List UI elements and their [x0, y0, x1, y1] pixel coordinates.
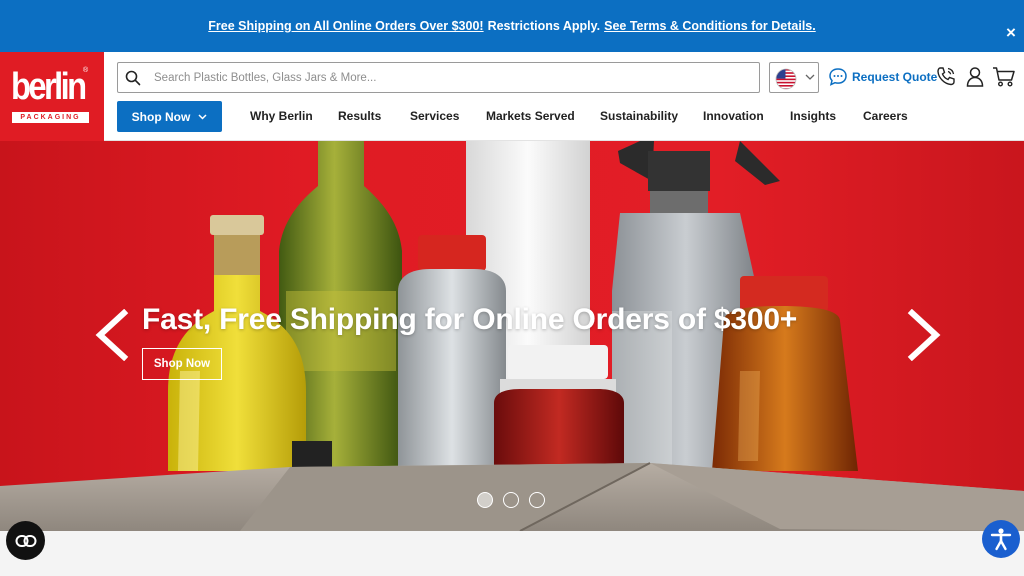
shop-now-label: Shop Now	[131, 109, 191, 124]
search-input[interactable]	[154, 67, 744, 89]
shop-now-menu-button[interactable]: Shop Now	[117, 101, 222, 132]
us-flag-icon	[775, 68, 797, 90]
carousel-dot-1[interactable]	[477, 492, 493, 508]
chevron-down-icon	[805, 74, 815, 80]
nav-insights[interactable]: Insights	[790, 109, 836, 125]
nav-sustainability[interactable]: Sustainability	[600, 109, 678, 125]
hero-headline: Fast, Free Shipping for Online Orders of…	[142, 303, 798, 336]
next-slide-arrow[interactable]	[904, 309, 944, 361]
request-quote-link[interactable]: Request Quote	[828, 65, 937, 89]
request-quote-label: Request Quote	[852, 70, 938, 84]
nav-innovation[interactable]: Innovation	[703, 109, 764, 125]
promo-banner: Free Shipping on All Online Orders Over …	[0, 0, 1024, 52]
logo-wordmark: berlin	[11, 66, 87, 108]
chat-bubble-icon	[829, 68, 847, 86]
logo-subtitle: PACKAGING	[12, 112, 89, 123]
account-icon[interactable]	[965, 66, 985, 88]
accessibility-button[interactable]	[982, 520, 1020, 558]
berlin-packaging-logo[interactable]: berlin ® PACKAGING	[0, 52, 104, 141]
search-box[interactable]	[117, 62, 760, 93]
previous-slide-arrow[interactable]	[92, 309, 132, 361]
phone-icon[interactable]	[936, 66, 956, 88]
hero-carousel: Fast, Free Shipping for Online Orders of…	[0, 141, 1024, 531]
accessibility-icon	[990, 528, 1012, 551]
site-header: berlin ® PACKAGING Search Plastic Bottle…	[0, 52, 1024, 141]
nav-careers[interactable]: Careers	[863, 109, 908, 125]
close-icon[interactable]: ×	[1002, 24, 1020, 42]
country-selector[interactable]	[769, 62, 819, 93]
free-shipping-link[interactable]: Free Shipping on All Online Orders Over …	[208, 19, 483, 33]
cart-icon[interactable]	[992, 66, 1016, 88]
carousel-pagination	[477, 492, 545, 508]
nav-services[interactable]: Services	[410, 109, 459, 125]
cookie-preferences-button[interactable]	[6, 521, 45, 560]
nav-markets-served[interactable]: Markets Served	[486, 109, 575, 125]
logo-registered-mark: ®	[83, 67, 89, 74]
carousel-dot-2[interactable]	[503, 492, 519, 508]
hero-shop-now-button[interactable]: Shop Now	[142, 348, 222, 380]
chevron-down-icon	[198, 113, 207, 120]
nav-why-berlin[interactable]: Why Berlin	[250, 109, 313, 125]
carousel-dot-3[interactable]	[529, 492, 545, 508]
page-content-area	[0, 531, 1024, 576]
terms-link[interactable]: See Terms & Conditions for Details.	[604, 19, 816, 33]
nav-results[interactable]: Results	[338, 109, 381, 125]
restrictions-text: Restrictions Apply.	[487, 19, 601, 33]
link-icon	[15, 534, 36, 547]
search-icon[interactable]	[125, 70, 141, 86]
